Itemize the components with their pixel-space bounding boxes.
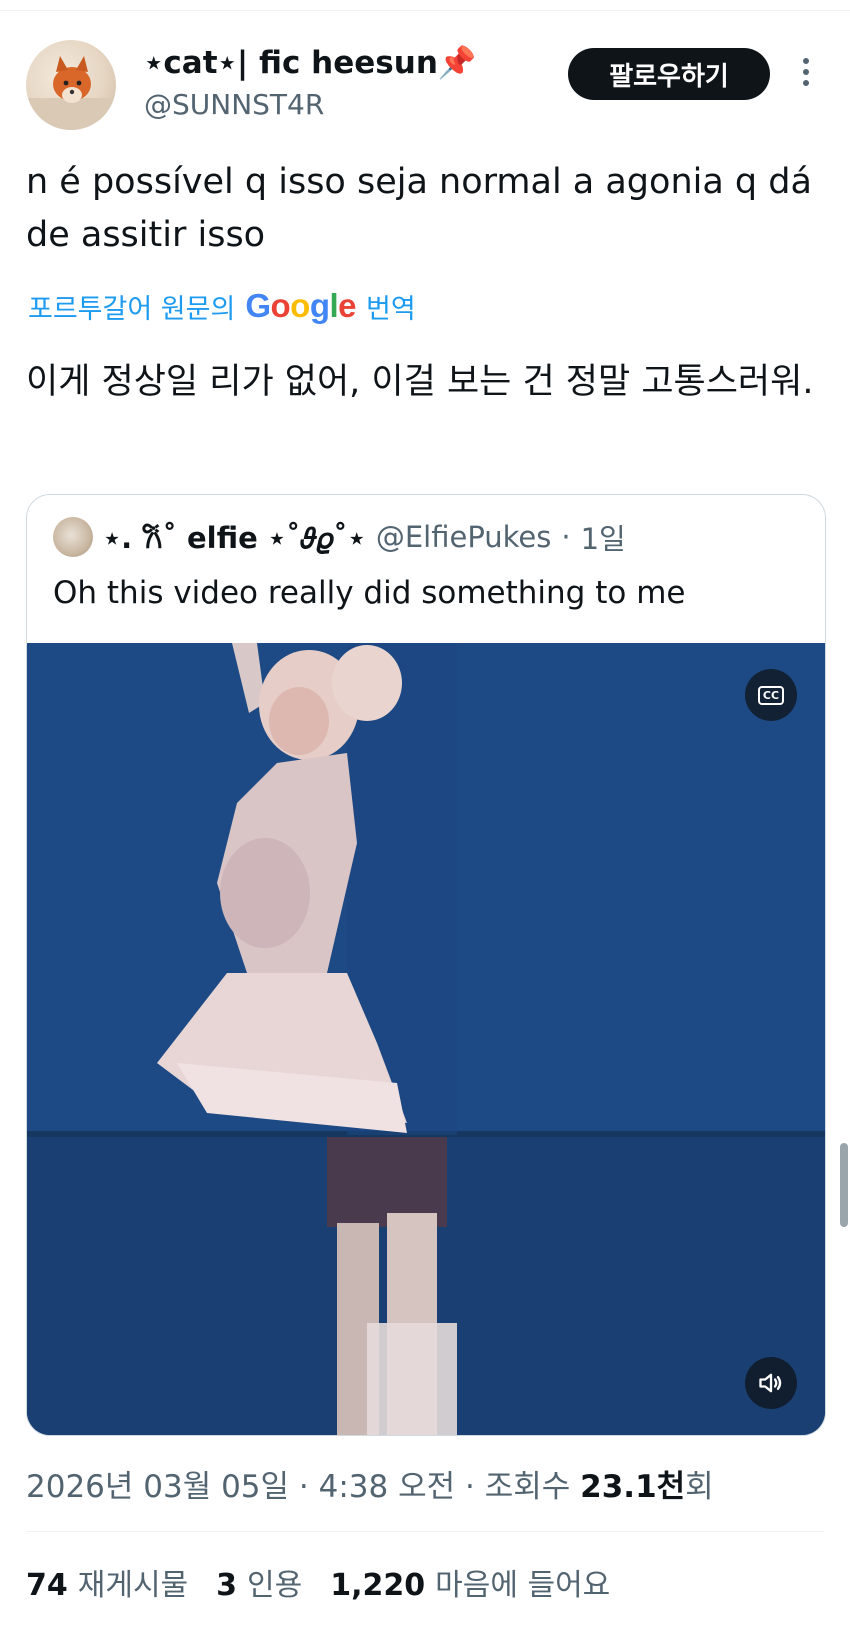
tweet-time: 4:38 오전 [318,1469,456,1505]
scrollbar-thumb[interactable] [840,1143,848,1227]
quotes-stat[interactable]: 3 인용 [216,1560,302,1604]
quoted-tweet[interactable]: ⋆. 𐙚˚ elfie ⋆˚𝜗𝜚˚⋆ @ElfiePukes · 1일 Oh t… [26,494,826,1436]
google-logo: Google [245,287,357,324]
views-count: 23.1천 [580,1469,686,1505]
follow-button[interactable]: 팔로우하기 [568,48,770,100]
volume-icon[interactable] [745,1357,797,1409]
author-display-name[interactable]: ⋆cat⋆| fic heesun📌 [144,42,477,82]
quoted-author-handle: @ElfiePukes [375,520,552,554]
quoted-separator: · [561,520,571,554]
fox-plush-icon [26,56,116,130]
translate-prefix: 포르투갈어 원문의 [28,293,236,325]
views-label: 조회수 [484,1469,571,1505]
quoted-author-name: ⋆. 𐙚˚ elfie ⋆˚𝜗𝜚˚⋆ [103,520,366,555]
tweet-text: n é possível q isso seja normal a agonia… [26,162,812,255]
more-options-icon[interactable] [798,58,814,94]
reposts-stat[interactable]: 74 재게시물 [26,1560,188,1604]
tweet-metadata: 2026년 03월 05일 · 4:38 오전 · 조회수 23.1천회 [26,1469,714,1505]
author-avatar[interactable] [26,40,116,130]
quoted-tweet-header: ⋆. 𐙚˚ elfie ⋆˚𝜗𝜚˚⋆ @ElfiePukes · 1일 [53,517,626,557]
quoted-time: 1일 [580,522,626,556]
stats-divider [26,1531,824,1532]
views-suffix: 회 [685,1469,714,1505]
translated-text: 이게 정상일 리가 없어, 이걸 보는 건 정말 고통스러워. [26,362,814,402]
quoted-tweet-text: Oh this video really did something to me [53,575,686,611]
author-handle[interactable]: @SUNNST4R [144,88,324,121]
video-frame [27,643,825,1435]
quoted-author-avatar [53,517,93,557]
likes-stat[interactable]: 1,220 마음에 들어요 [330,1560,610,1604]
translation-attribution[interactable]: 포르투갈어 원문의 Google 번역 [28,287,416,325]
speaker-icon [759,1373,782,1393]
closed-captions-icon[interactable]: CC [745,669,797,721]
video-player[interactable]: CC [27,643,825,1435]
top-divider [0,10,850,11]
translate-suffix: 번역 [366,293,416,325]
engagement-stats: 74 재게시물 3 인용 1,220 마음에 들어요 [26,1560,610,1604]
tweet-date: 2026년 03월 05일 [26,1469,290,1505]
